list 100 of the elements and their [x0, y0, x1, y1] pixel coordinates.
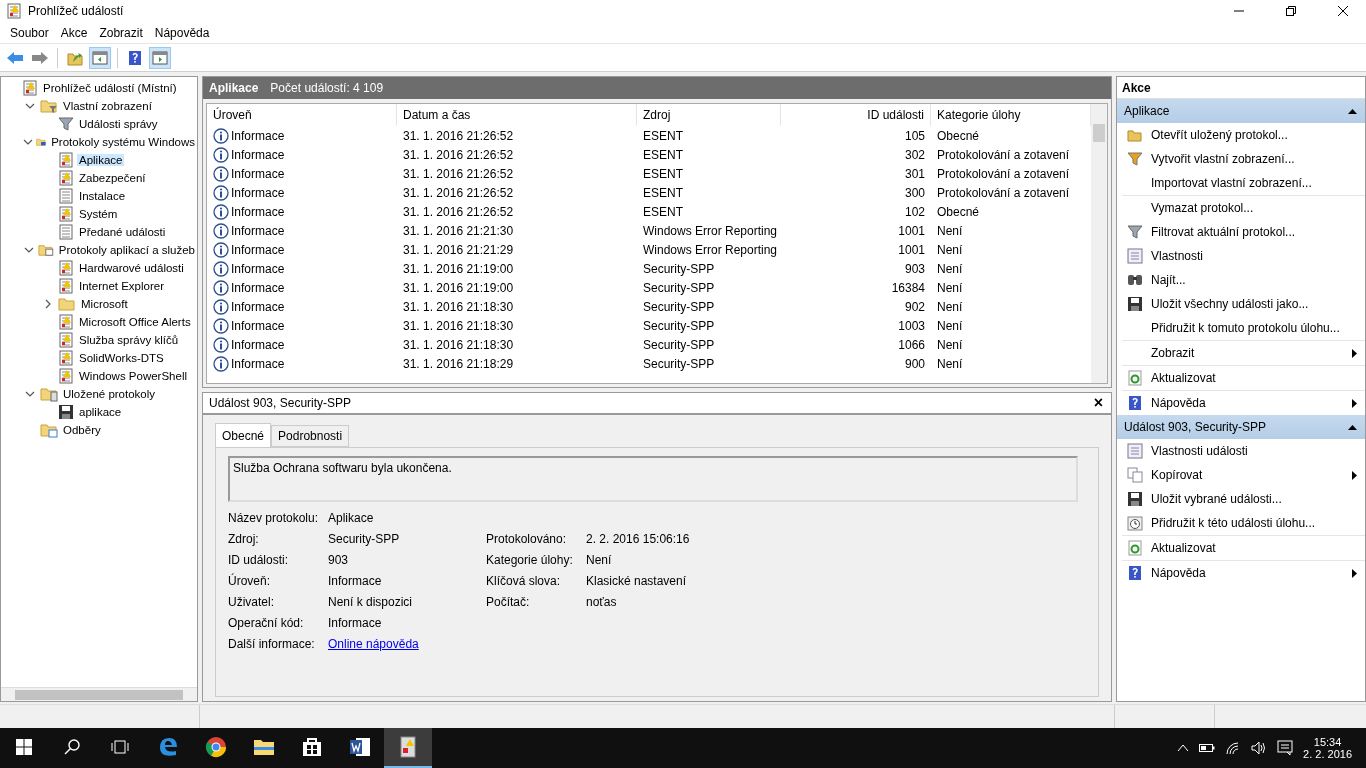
close-button[interactable]: × — [1093, 395, 1103, 411]
table-cell-text: 31. 1. 2016 21:19:00 — [402, 260, 515, 278]
expand-caret-icon[interactable] — [25, 101, 35, 111]
tree-item[interactable]: Události správy — [77, 118, 160, 130]
refresh-icon — [1127, 540, 1143, 556]
tree-item[interactable]: Zabezpečení — [77, 172, 148, 184]
tree-item[interactable]: Aplikace — [77, 154, 125, 166]
tree-item[interactable]: Windows PowerShell — [77, 370, 189, 382]
help-link[interactable]: Online nápověda — [328, 637, 419, 651]
help-icon — [1127, 565, 1143, 581]
action-item[interactable]: Nápověda — [1151, 396, 1344, 410]
tree-item[interactable]: Předané události — [77, 226, 168, 238]
toolbar-button[interactable] — [89, 46, 111, 69]
action-item[interactable]: Najít... — [1151, 273, 1357, 287]
document-logo-icon[interactable] — [348, 735, 372, 759]
tab[interactable]: Podrobnosti — [271, 425, 350, 447]
action-item[interactable]: Aktualizovat — [1151, 371, 1357, 385]
shopping-bag-icon[interactable] — [300, 735, 324, 759]
tree-item[interactable]: aplikace — [77, 406, 124, 418]
table-cell-text: 31. 1. 2016 21:18:30 — [402, 317, 515, 335]
clock-date: 2. 2. 2016 — [1303, 748, 1352, 760]
collapse-caret-icon[interactable] — [43, 299, 53, 309]
tree-item[interactable]: Hardwarové události — [77, 262, 186, 274]
restore-icon — [1286, 6, 1296, 16]
section-header[interactable]: Aplikace — [1117, 99, 1365, 123]
column-header[interactable]: Úroveň — [207, 104, 397, 126]
toolbar-button[interactable] — [149, 46, 171, 69]
field-label: Název protokolu: — [228, 510, 320, 526]
action-item[interactable]: Kopírovat — [1151, 468, 1344, 482]
tree-item[interactable]: Protokoly aplikací a služeb — [56, 244, 197, 256]
vertical-scrollbar[interactable] — [1091, 104, 1107, 383]
chevron-up-icon[interactable] — [1177, 744, 1190, 752]
tree-item[interactable]: Internet Explorer — [77, 280, 166, 292]
notification-icon[interactable] — [1277, 740, 1294, 756]
table-cell-text: ESENT — [642, 127, 684, 145]
table-cell-text: 1066 — [897, 336, 926, 354]
menu-item[interactable]: Soubor — [4, 25, 55, 40]
tree-item[interactable]: Prohlížeč událostí (Místní) — [41, 82, 179, 94]
action-item[interactable]: Uložit všechny události jako... — [1151, 297, 1357, 311]
log-icon — [58, 260, 74, 276]
action-item[interactable]: Nápověda — [1151, 566, 1344, 580]
action-item[interactable]: Filtrovat aktuální protokol... — [1151, 225, 1357, 239]
action-item[interactable]: Přidružit k této události úlohu... — [1151, 516, 1357, 530]
info-icon — [213, 222, 229, 239]
menu-item[interactable]: Akce — [54, 25, 94, 40]
table-cell-text: Není — [936, 317, 964, 335]
table-cell-text: 302 — [903, 146, 926, 164]
log-icon — [58, 314, 74, 330]
menu-item[interactable]: Zobrazit — [93, 25, 149, 40]
binoculars-icon — [1127, 272, 1143, 288]
level-text: Informace — [231, 242, 285, 257]
tree-item[interactable]: Služba správy klíčů — [77, 334, 181, 346]
info-icon — [213, 355, 229, 372]
battery-icon[interactable] — [1199, 743, 1216, 753]
back-arrow-icon — [6, 50, 24, 65]
action-item[interactable]: Aktualizovat — [1151, 541, 1357, 555]
tree-item[interactable]: Vlastní zobrazení — [61, 100, 154, 112]
tree-item[interactable]: Uložené protokoly — [61, 388, 158, 400]
taskbar-app[interactable] — [384, 728, 432, 768]
expand-caret-icon[interactable] — [25, 389, 35, 399]
action-item[interactable]: Vlastnosti události — [1151, 444, 1357, 458]
section-header[interactable]: Událost 903, Security-SPP — [1117, 415, 1365, 439]
info-icon — [213, 146, 229, 163]
field-label: Operační kód: — [228, 615, 305, 631]
table-cell-text: 31. 1. 2016 21:26:52 — [402, 184, 515, 202]
action-item[interactable]: Vytvořit vlastní zobrazení... — [1151, 152, 1357, 166]
tree-item[interactable]: Protokoly systému Windows — [49, 136, 197, 148]
tree-item[interactable]: Microsoft Office Alerts — [77, 316, 193, 328]
section-title: Aplikace — [1124, 104, 1170, 118]
submenu-arrow-icon — [1352, 470, 1357, 480]
browser-logo-icon[interactable] — [204, 735, 228, 759]
column-header[interactable]: Zdroj — [637, 104, 781, 126]
tree-item[interactable]: Instalace — [77, 190, 128, 202]
menu-item[interactable]: Nápověda — [148, 25, 216, 40]
tree-item[interactable]: Systém — [77, 208, 120, 220]
info-icon — [213, 298, 229, 315]
help-icon — [1127, 395, 1143, 411]
level-text: Informace — [231, 299, 285, 314]
table-cell-text: Protokolování a zotavení — [936, 146, 1071, 164]
action-item[interactable]: Vymazat protokol... — [1151, 201, 1357, 215]
action-item[interactable]: Přidružit k tomuto protokolu úlohu... — [1151, 321, 1357, 335]
action-item[interactable]: Vlastnosti — [1151, 249, 1357, 263]
action-item[interactable]: Importovat vlastní zobrazení... — [1151, 176, 1357, 190]
column-header[interactable]: ID události — [781, 104, 931, 126]
table-cell-text: Protokolování a zotavení — [936, 165, 1071, 183]
tree-item[interactable]: SolidWorks-DTS — [77, 352, 166, 364]
column-header[interactable]: Datum a čas — [397, 104, 637, 126]
tree-item[interactable]: Odběry — [61, 424, 103, 436]
level-text: Informace — [231, 356, 285, 371]
action-item[interactable]: Otevřít uložený protokol... — [1151, 128, 1357, 142]
tab[interactable]: Obecné — [215, 423, 272, 447]
tree-item[interactable]: Microsoft — [79, 298, 130, 310]
clock[interactable]: 15:34 2. 2. 2016 — [1303, 736, 1352, 760]
horizontal-scrollbar[interactable] — [1, 687, 197, 701]
action-item[interactable]: Uložit vybrané události... — [1151, 492, 1357, 506]
expand-caret-icon[interactable] — [23, 137, 33, 147]
speaker-icon[interactable] — [1251, 741, 1268, 755]
expand-caret-icon[interactable] — [24, 245, 35, 255]
action-item[interactable]: Zobrazit — [1151, 346, 1344, 360]
level-text: Informace — [231, 280, 285, 295]
